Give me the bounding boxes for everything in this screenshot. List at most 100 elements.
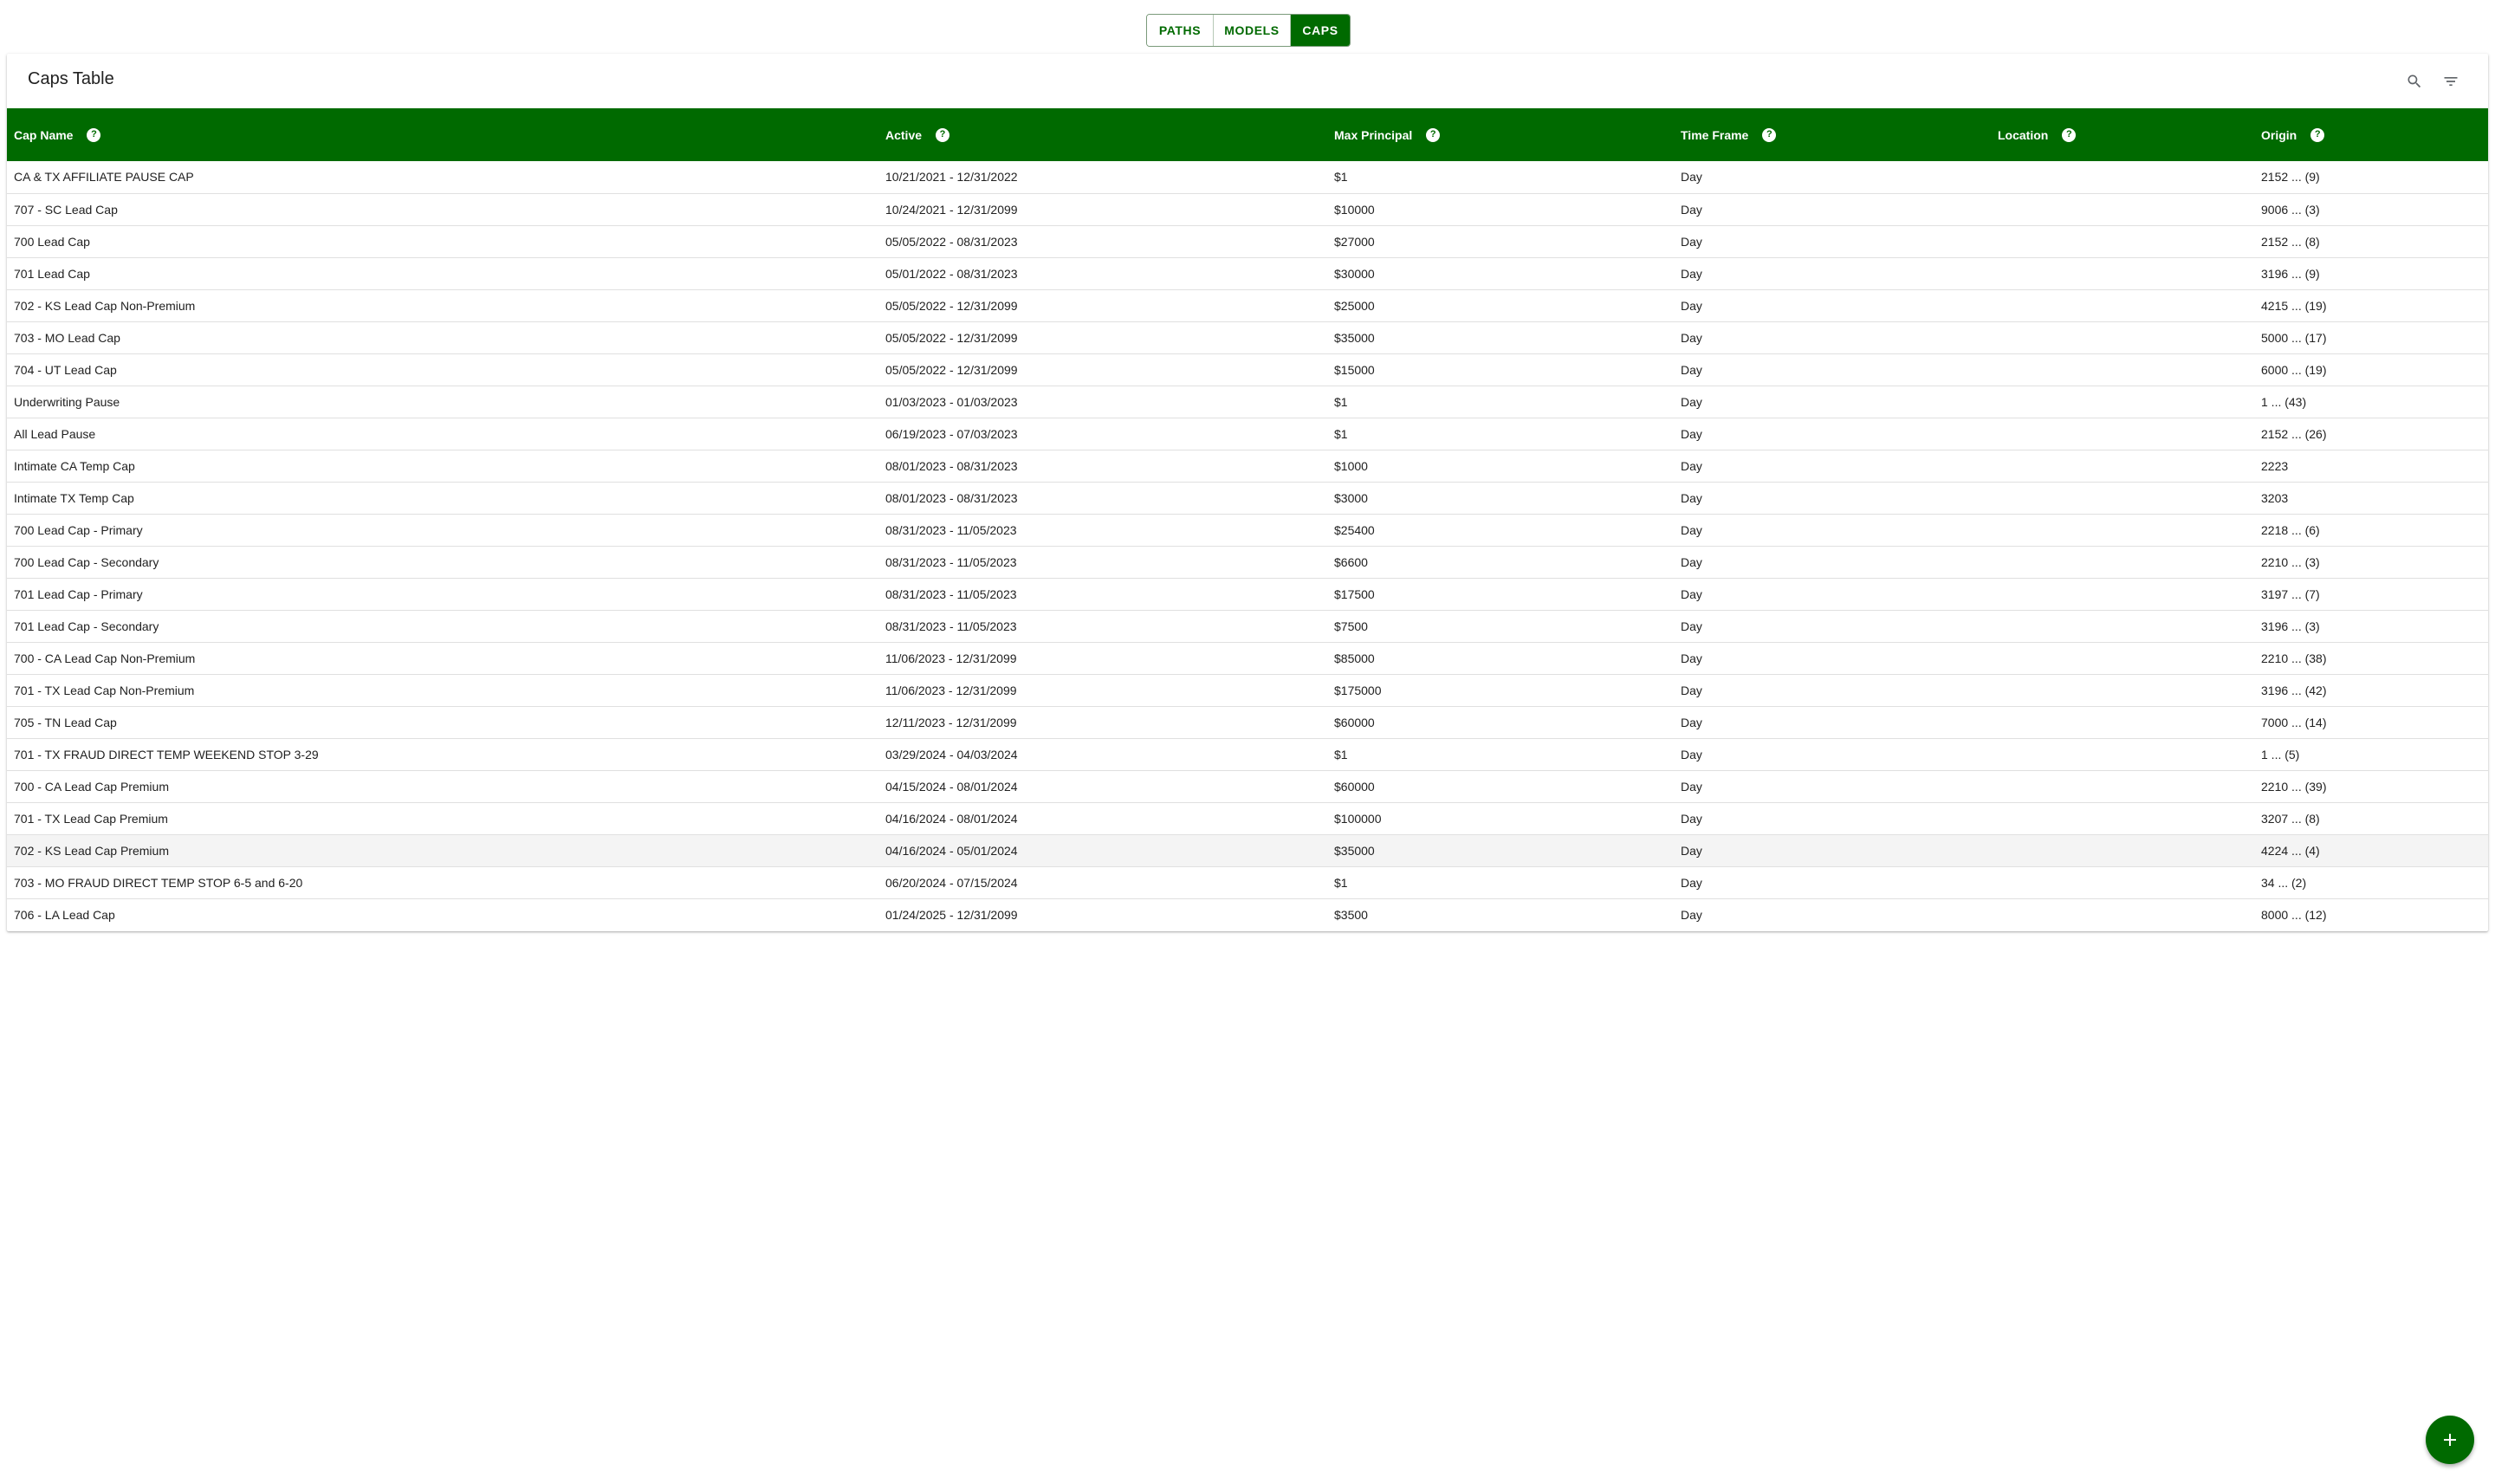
table-row[interactable]: 703 - MO Lead Cap 05/05/2022 - 12/31/2099…	[7, 321, 2488, 353]
table-row[interactable]: 701 Lead Cap 05/01/2022 - 08/31/2023 $3000…	[7, 257, 2488, 289]
card-title: Caps Table	[28, 69, 114, 88]
table-row[interactable]: 700 Lead Cap - Primary 08/31/2023 - 11/05…	[7, 514, 2488, 546]
location-cell	[1991, 161, 2254, 193]
max-principal-cell: $35000	[1334, 330, 1375, 345]
origin-cell: 2152 ... (8)	[2261, 234, 2320, 249]
table-row[interactable]: 702 - KS Lead Cap Non-Premium 05/05/2022 …	[7, 289, 2488, 321]
table-body: CA & TX AFFILIATE PAUSE CAP 10/21/2021 - …	[7, 161, 2488, 930]
active-cell: 12/11/2023 - 12/31/2099	[885, 715, 1017, 729]
time-frame-cell: Day	[1681, 298, 1702, 313]
help-icon[interactable]: ?	[1762, 127, 1777, 142]
tab-paths[interactable]: PATHS	[1147, 15, 1214, 46]
help-icon[interactable]: ?	[1426, 127, 1441, 142]
location-cell	[1991, 706, 2254, 738]
cap-name-cell: 700 Lead Cap	[14, 234, 90, 249]
location-cell	[1991, 193, 2254, 225]
search-icon[interactable]	[2403, 70, 2426, 93]
time-frame-cell: Day	[1681, 490, 1702, 505]
origin-cell: 3203	[2261, 490, 2289, 505]
active-cell: 08/31/2023 - 11/05/2023	[885, 554, 1017, 569]
location-cell	[1991, 578, 2254, 610]
origin-cell: 3196 ... (3)	[2261, 619, 2320, 633]
column-header-active[interactable]: Active?	[878, 108, 1327, 161]
time-frame-cell: Day	[1681, 907, 1702, 922]
table-row[interactable]: 703 - MO FRAUD DIRECT TEMP STOP 6-5 and …	[7, 866, 2488, 898]
column-header-max-principal[interactable]: Max Principal?	[1327, 108, 1674, 161]
active-cell: 11/06/2023 - 12/31/2099	[885, 651, 1017, 665]
location-cell	[1991, 482, 2254, 514]
location-cell	[1991, 546, 2254, 578]
time-frame-cell: Day	[1681, 330, 1702, 345]
active-cell: 05/05/2022 - 12/31/2099	[885, 330, 1018, 345]
cap-name-cell: CA & TX AFFILIATE PAUSE CAP	[14, 170, 194, 185]
filter-icon[interactable]	[2440, 70, 2462, 93]
view-toggle-group: PATHS MODELS CAPS	[1146, 14, 1351, 47]
help-icon[interactable]: ?	[87, 127, 101, 142]
active-cell: 04/16/2024 - 05/01/2024	[885, 843, 1018, 858]
time-frame-cell: Day	[1681, 522, 1702, 537]
table-row[interactable]: 704 - UT Lead Cap 05/05/2022 - 12/31/2099…	[7, 353, 2488, 386]
cap-name-cell: Intimate TX Temp Cap	[14, 490, 134, 505]
add-cap-button[interactable]	[2426, 1416, 2474, 1464]
column-header-location[interactable]: Location?	[1991, 108, 2254, 161]
table-header-row: Cap Name? Active? Max Principal? Time Fr…	[7, 108, 2488, 161]
card-header: Caps Table	[7, 54, 2488, 108]
cap-name-cell: 701 - TX Lead Cap Premium	[14, 811, 168, 826]
tab-caps[interactable]: CAPS	[1291, 15, 1350, 46]
location-cell	[1991, 257, 2254, 289]
max-principal-cell: $25400	[1334, 522, 1375, 537]
active-cell: 05/05/2022 - 12/31/2099	[885, 362, 1018, 377]
help-icon[interactable]: ?	[2062, 127, 2077, 142]
origin-cell: 3197 ... (7)	[2261, 586, 2320, 601]
cap-name-cell: 701 Lead Cap	[14, 266, 90, 281]
table-row[interactable]: 700 Lead Cap - Secondary 08/31/2023 - 11/…	[7, 546, 2488, 578]
column-header-cap-name[interactable]: Cap Name?	[7, 108, 878, 161]
table-row[interactable]: Intimate TX Temp Cap 08/01/2023 - 08/31/2…	[7, 482, 2488, 514]
time-frame-cell: Day	[1681, 426, 1702, 441]
origin-cell: 34 ... (2)	[2261, 875, 2307, 890]
location-cell	[1991, 866, 2254, 898]
cap-name-cell: 703 - MO Lead Cap	[14, 330, 120, 345]
time-frame-cell: Day	[1681, 394, 1702, 409]
table-row[interactable]: CA & TX AFFILIATE PAUSE CAP 10/21/2021 - …	[7, 161, 2488, 193]
origin-cell: 2210 ... (3)	[2261, 554, 2320, 569]
help-icon[interactable]: ?	[2310, 127, 2325, 142]
table-row[interactable]: 701 - TX FRAUD DIRECT TEMP WEEKEND STOP …	[7, 738, 2488, 770]
origin-cell: 7000 ... (14)	[2261, 715, 2327, 729]
table-row[interactable]: 701 - TX Lead Cap Premium 04/16/2024 - 08…	[7, 802, 2488, 834]
table-row[interactable]: 707 - SC Lead Cap 10/24/2021 - 12/31/2099…	[7, 193, 2488, 225]
origin-cell: 4224 ... (4)	[2261, 843, 2320, 858]
location-cell	[1991, 353, 2254, 386]
cap-name-cell: Underwriting Pause	[14, 394, 120, 409]
column-header-origin[interactable]: Origin?	[2254, 108, 2488, 161]
table-row[interactable]: 700 - CA Lead Cap Non-Premium 11/06/2023 …	[7, 642, 2488, 674]
table-row[interactable]: 701 Lead Cap - Primary 08/31/2023 - 11/05…	[7, 578, 2488, 610]
table-row[interactable]: All Lead Pause 06/19/2023 - 07/03/2023 $1 D…	[7, 418, 2488, 450]
table-row[interactable]: Underwriting Pause 01/03/2023 - 01/03/202…	[7, 386, 2488, 418]
max-principal-cell: $30000	[1334, 266, 1375, 281]
max-principal-cell: $25000	[1334, 298, 1375, 313]
table-row[interactable]: 701 Lead Cap - Secondary 08/31/2023 - 11/…	[7, 610, 2488, 642]
table-row[interactable]: 700 - CA Lead Cap Premium 04/15/2024 - 08…	[7, 770, 2488, 802]
column-header-time-frame[interactable]: Time Frame?	[1674, 108, 1991, 161]
time-frame-cell: Day	[1681, 651, 1702, 665]
table-row[interactable]: 700 Lead Cap 05/05/2022 - 08/31/2023 $2700…	[7, 225, 2488, 257]
origin-cell: 1 ... (5)	[2261, 747, 2300, 761]
time-frame-cell: Day	[1681, 715, 1702, 729]
location-cell	[1991, 321, 2254, 353]
table-row[interactable]: Intimate CA Temp Cap 08/01/2023 - 08/31/2…	[7, 450, 2488, 482]
table-row[interactable]: 705 - TN Lead Cap 12/11/2023 - 12/31/2099…	[7, 706, 2488, 738]
time-frame-cell: Day	[1681, 458, 1702, 473]
table-row[interactable]: 701 - TX Lead Cap Non-Premium 11/06/2023 …	[7, 674, 2488, 706]
origin-cell: 2223	[2261, 458, 2289, 473]
help-icon[interactable]: ?	[936, 127, 950, 142]
table-row[interactable]: 702 - KS Lead Cap Premium 04/16/2024 - 05…	[7, 834, 2488, 866]
max-principal-cell: $60000	[1334, 779, 1375, 794]
max-principal-cell: $1	[1334, 394, 1348, 409]
time-frame-cell: Day	[1681, 202, 1702, 217]
table-row[interactable]: 706 - LA Lead Cap 01/24/2025 - 12/31/2099…	[7, 898, 2488, 930]
max-principal-cell: $10000	[1334, 202, 1375, 217]
tab-models[interactable]: MODELS	[1214, 15, 1291, 46]
max-principal-cell: $1	[1334, 747, 1348, 761]
active-cell: 06/19/2023 - 07/03/2023	[885, 426, 1018, 441]
